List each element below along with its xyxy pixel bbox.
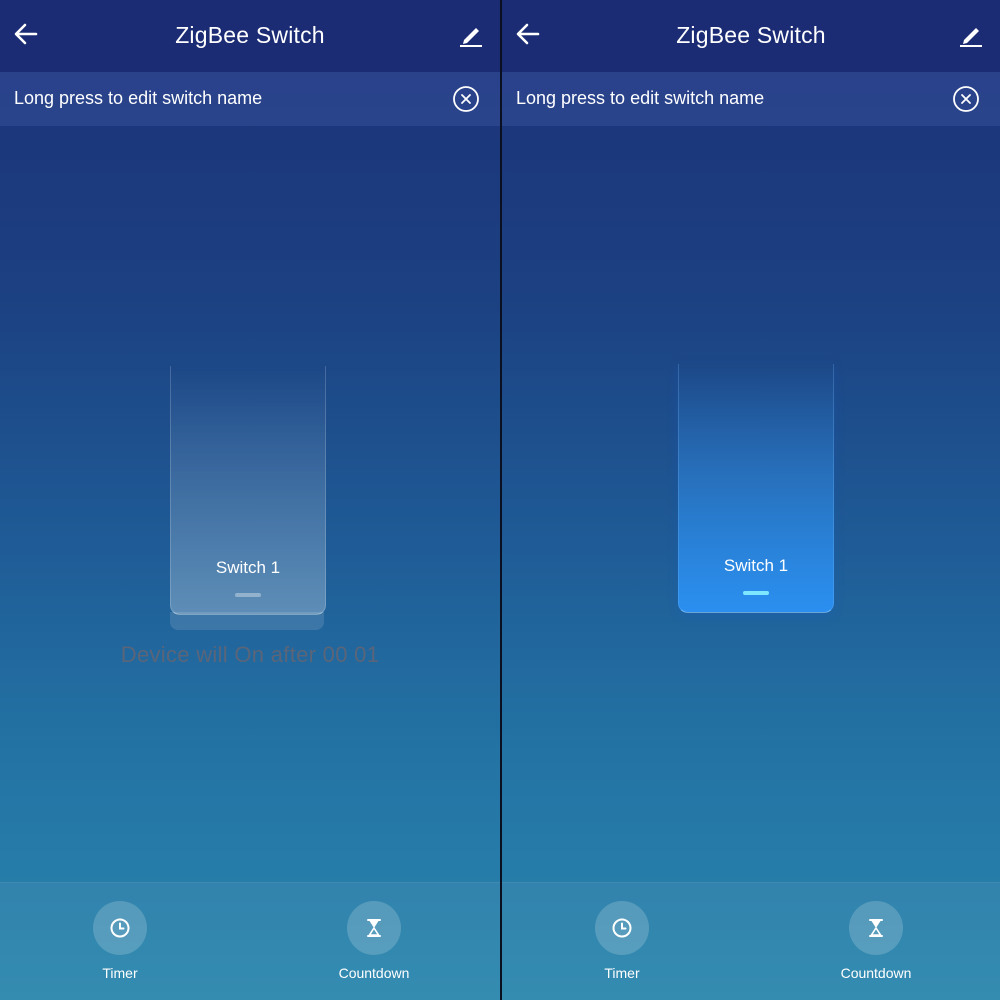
edit-pencil-icon[interactable] [958, 22, 984, 48]
timer-button[interactable]: Timer [65, 901, 175, 981]
switch-label: Switch 1 [215, 558, 281, 577]
countdown-button[interactable]: Countdown [821, 901, 931, 981]
hourglass-icon [367, 919, 381, 937]
timer-label: Timer [604, 965, 640, 981]
countdown-label: Countdown [840, 965, 912, 981]
hourglass-icon [869, 919, 883, 937]
clock-icon [110, 918, 130, 938]
bottom-action-bar: Timer Countdown [502, 882, 1000, 1000]
switch-1-button[interactable]: Switch 1 [678, 364, 834, 613]
top-bar: ZigBee Switch [502, 0, 1000, 72]
top-bar: ZigBee Switch [0, 0, 500, 72]
hint-text: Long press to edit switch name [14, 88, 263, 108]
close-icon[interactable] [952, 85, 980, 113]
page-title: ZigBee Switch [175, 22, 325, 48]
switch-indicator [743, 591, 769, 595]
comparison-view: ZigBee Switch Long press to edit switch … [0, 0, 1000, 1000]
hint-banner: Long press to edit switch name [0, 72, 500, 126]
close-icon[interactable] [452, 85, 480, 113]
switch-1-button[interactable]: Switch 1 [170, 366, 326, 615]
timer-icon-circle [93, 901, 147, 955]
countdown-icon-circle [849, 901, 903, 955]
phone-screen-left: ZigBee Switch Long press to edit switch … [0, 0, 500, 1000]
switch-label: Switch 1 [723, 556, 789, 575]
countdown-icon-circle [347, 901, 401, 955]
phone-screen-right: ZigBee Switch Long press to edit switch … [502, 0, 1000, 1000]
switch-indicator [235, 593, 261, 597]
countdown-status-text: Device will On after 00 01 [120, 642, 380, 667]
timer-button[interactable]: Timer [567, 901, 677, 981]
timer-icon-circle [595, 901, 649, 955]
bottom-action-bar: Timer Countdown [0, 882, 500, 1000]
edit-pencil-icon[interactable] [458, 22, 484, 48]
clock-icon [612, 918, 632, 938]
hint-text: Long press to edit switch name [516, 88, 765, 108]
hint-banner: Long press to edit switch name [502, 72, 1000, 126]
countdown-button[interactable]: Countdown [319, 901, 429, 981]
countdown-label: Countdown [338, 965, 410, 981]
timer-label: Timer [102, 965, 138, 981]
page-title: ZigBee Switch [676, 22, 826, 48]
